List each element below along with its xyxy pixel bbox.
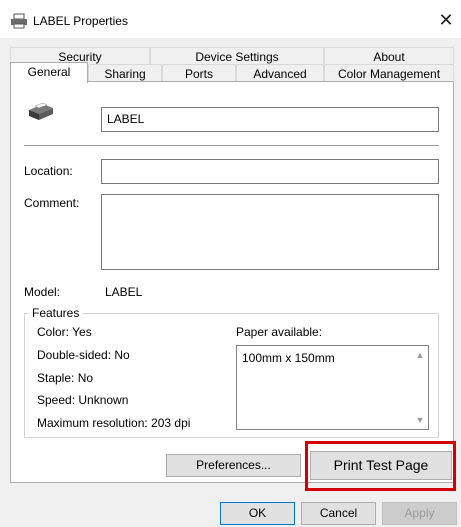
title-bar: LABEL Properties ✕ [0,0,461,38]
window-title: LABEL Properties [33,14,128,28]
model-value: LABEL [105,285,143,299]
printer-name-value: LABEL [107,112,145,126]
ok-button[interactable]: OK [220,502,295,525]
tab-general[interactable]: General [10,62,88,83]
feature-double-sided: Double-sided: No [37,348,130,362]
printer-icon [11,13,27,29]
highlight-box [305,441,456,491]
cancel-button[interactable]: Cancel [301,502,376,525]
location-field[interactable] [101,159,439,184]
comment-field[interactable] [101,194,439,270]
separator [24,145,439,146]
feature-color: Color: Yes [37,325,92,339]
location-label: Location: [24,164,73,178]
feature-speed: Speed: Unknown [37,393,129,407]
paper-available-label: Paper available: [236,325,323,339]
scroll-down-icon[interactable]: ▼ [413,414,427,426]
comment-label: Comment: [24,196,80,210]
model-label: Model: [24,285,61,299]
printer-name-field[interactable]: LABEL [101,107,439,132]
apply-button[interactable]: Apply [382,502,457,525]
feature-max-resolution: Maximum resolution: 203 dpi [37,416,191,430]
paper-list[interactable]: 100mm x 150mm ▲ ▼ [236,345,429,430]
preferences-button[interactable]: Preferences... [166,454,301,477]
features-legend: Features [29,306,83,320]
printer-icon [29,102,53,120]
feature-staple: Staple: No [37,371,94,385]
close-icon[interactable]: ✕ [436,10,456,30]
scroll-up-icon[interactable]: ▲ [413,349,427,361]
list-item[interactable]: 100mm x 150mm [242,351,335,365]
